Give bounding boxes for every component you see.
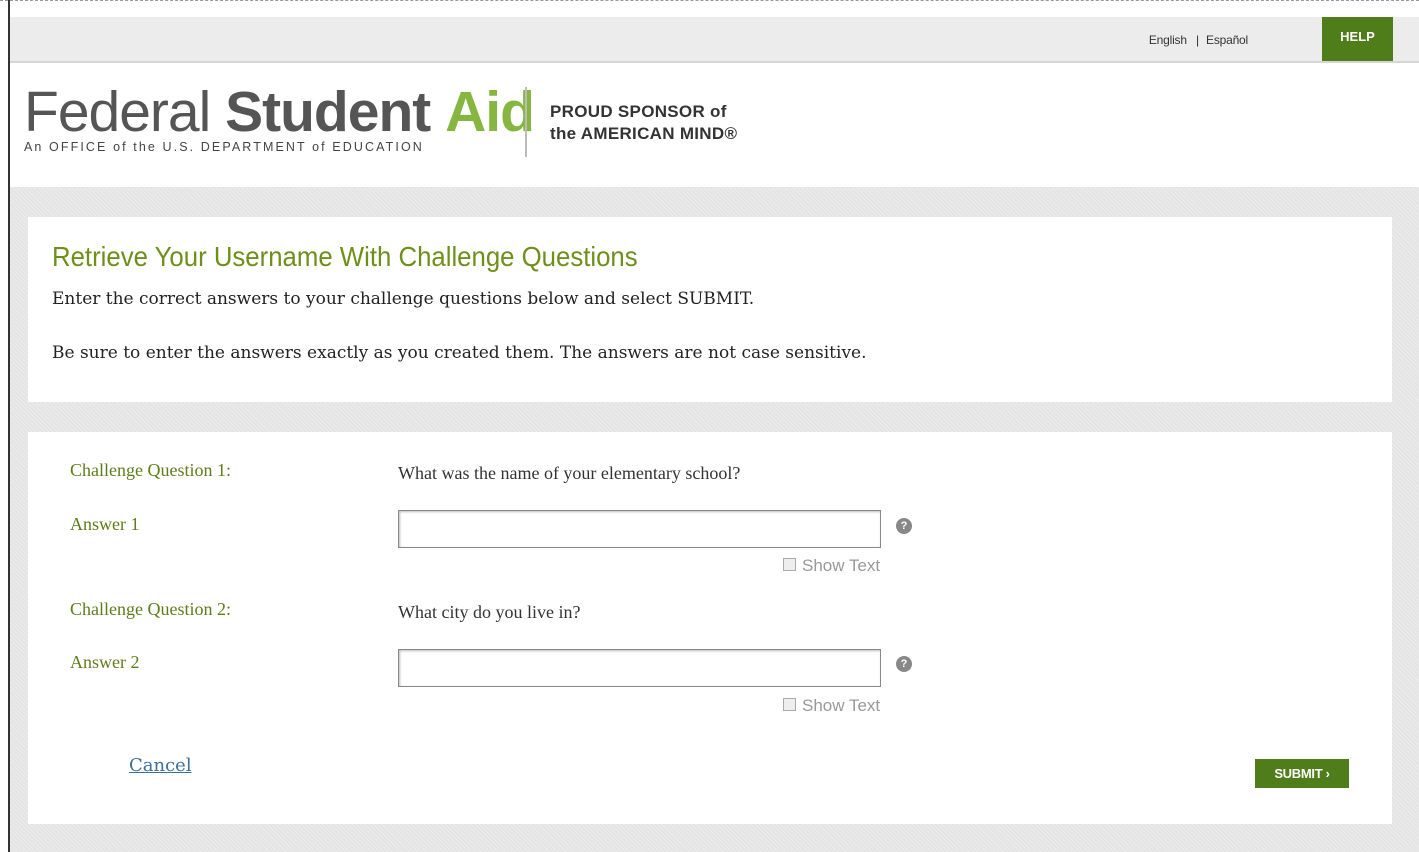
instructions-line-1: Enter the correct answers to your challe… [52, 289, 755, 309]
language-switcher: English | Español [1149, 33, 1248, 47]
top-dotted-edge [0, 0, 1419, 4]
answer-1-input[interactable] [398, 510, 881, 548]
logo-word-federal: Federal [24, 80, 211, 144]
answer-2-input[interactable] [398, 649, 881, 687]
challenge-question-1-text: What was the name of your elementary sch… [398, 463, 741, 483]
answer-1-show-text-label: Show Text [802, 556, 881, 575]
language-spanish-link[interactable]: Español [1206, 33, 1248, 47]
sponsor-line-1: PROUD SPONSOR of [550, 102, 727, 121]
answer-2-label: Answer 2 [70, 652, 140, 672]
instructions-line-2: Be sure to enter the answers exactly as … [52, 343, 867, 363]
challenge-form-panel: Challenge Question 1: What was the name … [28, 432, 1392, 824]
submit-button[interactable]: SUBMIT › [1255, 759, 1349, 788]
challenge-question-2-text: What city do you live in? [398, 602, 581, 622]
main-content: Retrieve Your Username With Challenge Qu… [10, 187, 1419, 852]
federal-student-aid-logo[interactable]: Federal Student Aid An OFFICE of the U.S… [24, 80, 535, 154]
answer-2-show-text-label: Show Text [802, 696, 881, 715]
answer-1-label: Answer 1 [70, 514, 140, 534]
logo-word-student: Student [225, 80, 431, 144]
sponsor-line-2: the AMERICAN MIND® [550, 124, 738, 143]
logo-wordmark: Federal Student Aid [24, 80, 535, 144]
sponsor-tagline: PROUD SPONSOR of the AMERICAN MIND® [550, 101, 737, 145]
answer-2-help-icon[interactable]: ? [896, 656, 912, 672]
logo-divider [525, 87, 527, 157]
help-button[interactable]: HELP [1322, 17, 1393, 61]
answer-2-show-text-checkbox[interactable] [783, 698, 796, 711]
answer-2-show-text[interactable]: Show Text [783, 696, 880, 716]
page-title: Retrieve Your Username With Challenge Qu… [52, 241, 638, 272]
answer-1-help-icon[interactable]: ? [896, 518, 912, 534]
utility-bar: English | Español HELP [10, 17, 1419, 63]
cancel-link[interactable]: Cancel [129, 755, 192, 776]
answer-1-show-text[interactable]: Show Text [783, 556, 880, 576]
challenge-question-1-label: Challenge Question 1: [70, 460, 231, 480]
intro-panel: Retrieve Your Username With Challenge Qu… [28, 217, 1392, 402]
site-header: Federal Student Aid An OFFICE of the U.S… [10, 63, 1419, 187]
challenge-question-2-label: Challenge Question 2: [70, 599, 231, 619]
answer-1-show-text-checkbox[interactable] [783, 558, 796, 571]
logo-word-aid: Aid [445, 80, 535, 144]
language-english-link[interactable]: English [1149, 33, 1187, 47]
language-separator: | [1195, 33, 1199, 47]
